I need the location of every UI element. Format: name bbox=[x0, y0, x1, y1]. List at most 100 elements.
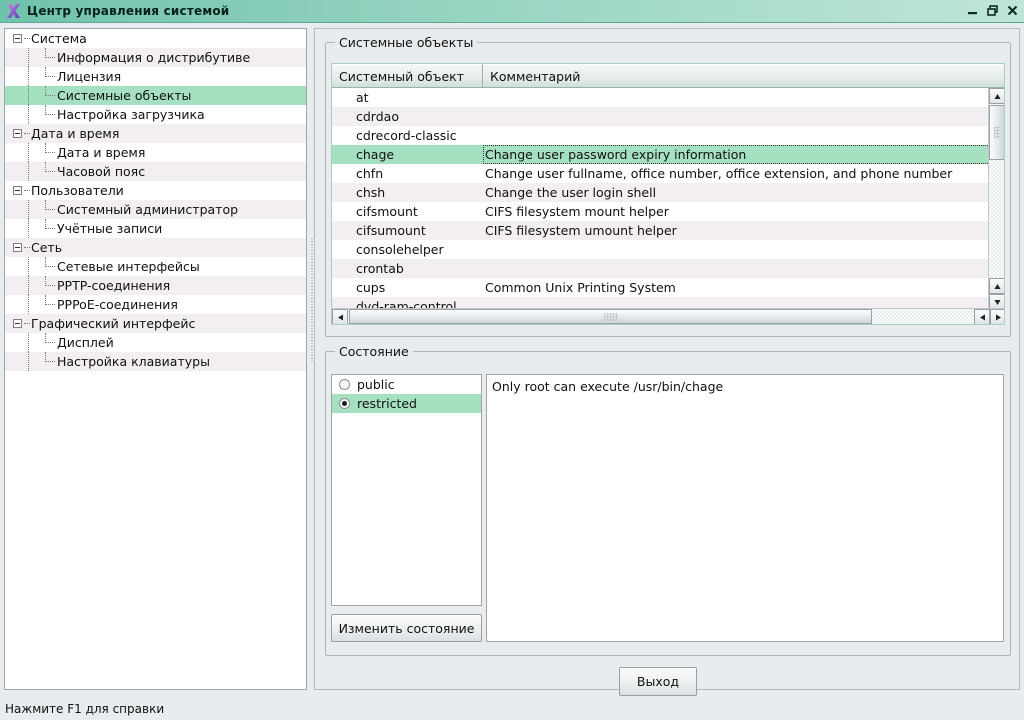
tree-collapse-icon[interactable] bbox=[13, 129, 22, 138]
tree-collapse-icon[interactable] bbox=[13, 34, 22, 43]
cell-comment: CIFS filesystem mount helper bbox=[483, 202, 990, 221]
tree-connector bbox=[46, 114, 55, 115]
table-header-row: Системный объект Комментарий bbox=[332, 64, 1005, 88]
tree-connector bbox=[46, 304, 55, 305]
scroll-thumb-grip bbox=[994, 127, 1000, 139]
table-row[interactable]: consolehelper bbox=[332, 240, 990, 259]
scroll-up-arrow-secondary-icon[interactable] bbox=[989, 278, 1005, 294]
table-row[interactable]: cdrdao bbox=[332, 107, 990, 126]
settings-panel: Системные объекты Системный объект Комме… bbox=[314, 28, 1020, 690]
tree-guide-line bbox=[28, 219, 29, 238]
x-logo-icon bbox=[3, 1, 23, 21]
cell-object-name: cdrecord-classic bbox=[332, 126, 483, 145]
navigation-tree[interactable]: Система Информация о дистрибутиве Лицензия… bbox=[4, 28, 307, 690]
tree-guide-line bbox=[28, 200, 29, 219]
tree-guide-line bbox=[28, 276, 29, 295]
table-row[interactable]: cifsumountCIFS filesystem umount helper bbox=[332, 221, 990, 240]
cell-object-name: chage bbox=[332, 145, 483, 164]
tree-connector bbox=[46, 57, 55, 58]
window-title: Центр управления системой bbox=[27, 4, 229, 18]
tree-connector bbox=[24, 190, 30, 191]
table-vertical-scrollbar[interactable] bbox=[988, 88, 1004, 310]
status-bar: Нажмите F1 для справки bbox=[0, 697, 1024, 720]
system-objects-group: Системные объекты Системный объект Комме… bbox=[325, 42, 1011, 337]
sidebar-item-10[interactable]: Учётные записи bbox=[5, 219, 306, 238]
tree-guide-line bbox=[28, 295, 29, 314]
sidebar-item-label: Лицензия bbox=[57, 69, 121, 84]
sidebar-item-3[interactable]: Системные объекты bbox=[5, 86, 306, 105]
sidebar-item-label: PPPoE-соединения bbox=[57, 297, 178, 312]
sidebar-item-16[interactable]: Дисплей bbox=[5, 333, 306, 352]
sidebar-item-6[interactable]: Дата и время bbox=[5, 143, 306, 162]
state-option-restricted[interactable]: restricted bbox=[332, 394, 481, 413]
change-state-button[interactable]: Изменить состояние bbox=[331, 614, 482, 642]
close-icon[interactable] bbox=[1004, 2, 1021, 19]
state-option-label: public bbox=[357, 375, 395, 394]
table-row[interactable]: at bbox=[332, 88, 990, 107]
sidebar-item-4[interactable]: Настройка загрузчика bbox=[5, 105, 306, 124]
tree-guide-line bbox=[28, 67, 29, 86]
state-options-list[interactable]: publicrestricted bbox=[331, 374, 482, 606]
state-group-title: Состояние bbox=[335, 344, 413, 359]
table-row[interactable]: cupsCommon Unix Printing System bbox=[332, 278, 990, 297]
table-row[interactable]: cifsmountCIFS filesystem mount helper bbox=[332, 202, 990, 221]
scroll-left-arrow-icon[interactable] bbox=[332, 309, 348, 325]
table-row[interactable]: chageChange user password expiry informa… bbox=[332, 145, 990, 164]
sidebar-item-5[interactable]: Дата и время bbox=[5, 124, 306, 143]
sidebar-item-11[interactable]: Сеть bbox=[5, 238, 306, 257]
cell-object-name: cifsmount bbox=[332, 202, 483, 221]
tree-connector bbox=[46, 209, 55, 210]
sidebar-item-1[interactable]: Информация о дистрибутиве bbox=[5, 48, 306, 67]
sidebar-item-7[interactable]: Часовой пояс bbox=[5, 162, 306, 181]
cell-object-name: cifsumount bbox=[332, 221, 483, 240]
tree-connector bbox=[24, 323, 30, 324]
tree-connector bbox=[46, 342, 55, 343]
radio-button-icon[interactable] bbox=[339, 379, 350, 390]
sidebar-item-12[interactable]: Сетевые интерфейсы bbox=[5, 257, 306, 276]
cell-object-name: crontab bbox=[332, 259, 483, 278]
main-content: Система Информация о дистрибутиве Лицензия… bbox=[0, 23, 1024, 697]
sidebar-item-label: Дата и время bbox=[57, 145, 145, 160]
sidebar-item-label: Информация о дистрибутиве bbox=[57, 50, 250, 65]
state-group: Состояние publicrestricted Only root can… bbox=[325, 351, 1011, 656]
sidebar-item-15[interactable]: Графический интерфейс bbox=[5, 314, 306, 333]
state-option-public[interactable]: public bbox=[332, 375, 481, 394]
table-row[interactable]: cdrecord-classic bbox=[332, 126, 990, 145]
tree-connector bbox=[24, 38, 30, 39]
scroll-right-arrow-icon[interactable] bbox=[990, 309, 1005, 325]
sidebar-item-0[interactable]: Система bbox=[5, 29, 306, 48]
table-horizontal-scrollbar[interactable] bbox=[332, 308, 1005, 324]
sidebar-item-label: Графический интерфейс bbox=[31, 316, 195, 331]
exit-button[interactable]: Выход bbox=[619, 667, 697, 696]
radio-button-icon[interactable] bbox=[339, 398, 350, 409]
column-header-comment[interactable]: Комментарий bbox=[483, 64, 990, 88]
table-body[interactable]: atcdrdaocdrecord-classicchageChange user… bbox=[332, 88, 990, 310]
table-header-spacer bbox=[990, 64, 1005, 88]
sidebar-item-8[interactable]: Пользователи bbox=[5, 181, 306, 200]
sidebar-item-9[interactable]: Системный администратор bbox=[5, 200, 306, 219]
scroll-up-arrow-icon[interactable] bbox=[989, 88, 1005, 104]
vertical-scroll-thumb[interactable] bbox=[989, 105, 1005, 160]
scroll-left-arrow-secondary-icon[interactable] bbox=[974, 309, 990, 325]
minimize-icon[interactable] bbox=[964, 2, 981, 19]
sidebar-item-17[interactable]: Настройка клавиатуры bbox=[5, 352, 306, 371]
tree-collapse-icon[interactable] bbox=[13, 319, 22, 328]
sidebar-item-label: Системные объекты bbox=[57, 88, 191, 103]
tree-collapse-icon[interactable] bbox=[13, 243, 22, 252]
table-row[interactable]: chshChange the user login shell bbox=[332, 183, 990, 202]
sidebar-item-2[interactable]: Лицензия bbox=[5, 67, 306, 86]
table-row[interactable]: chfnChange user fullname, office number,… bbox=[332, 164, 990, 183]
maximize-icon[interactable] bbox=[984, 2, 1001, 19]
sidebar-item-13[interactable]: PPTP-соединения bbox=[5, 276, 306, 295]
horizontal-scroll-thumb[interactable] bbox=[349, 309, 872, 324]
system-objects-table[interactable]: Системный объект Комментарий atcdrdaocdr… bbox=[331, 63, 1005, 325]
cell-object-name: consolehelper bbox=[332, 240, 483, 259]
table-row[interactable]: crontab bbox=[332, 259, 990, 278]
tree-connector bbox=[46, 285, 55, 286]
tree-connector bbox=[24, 133, 30, 134]
state-option-label: restricted bbox=[357, 394, 417, 413]
sidebar-item-14[interactable]: PPPoE-соединения bbox=[5, 295, 306, 314]
window-titlebar: Центр управления системой bbox=[0, 0, 1024, 23]
column-header-object[interactable]: Системный объект bbox=[332, 64, 483, 88]
tree-collapse-icon[interactable] bbox=[13, 186, 22, 195]
